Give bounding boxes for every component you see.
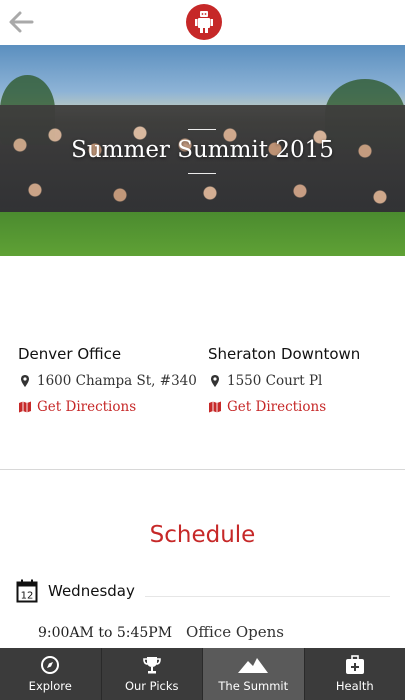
hero-title-rule-bottom [188, 173, 216, 174]
location-sheraton-downtown: Sheraton Downtown 1550 Court Pl Get Dire… [208, 345, 398, 415]
section-divider [0, 469, 405, 470]
tab-health[interactable]: Health [305, 648, 405, 700]
back-arrow-icon[interactable] [8, 10, 34, 34]
robot-logo-icon [186, 4, 222, 40]
compass-icon [41, 656, 60, 674]
hero-banner: Summer Summit 2015 [0, 45, 405, 256]
medical-kit-icon [345, 655, 364, 674]
map-marker-icon [21, 375, 29, 387]
get-directions-label[interactable]: Get Directions [37, 399, 136, 415]
tab-label: Health [335, 679, 374, 693]
schedule-event[interactable]: 9:00AM to 5:45PM Office Opens [38, 623, 284, 641]
get-directions-link[interactable]: Get Directions [18, 399, 208, 415]
hero-title-rule-top [188, 129, 216, 130]
get-directions-label[interactable]: Get Directions [227, 399, 326, 415]
location-address: 1550 Court Pl [227, 373, 323, 389]
location-address-row: 1600 Champa St, #340 [18, 373, 208, 389]
mountain-icon [238, 658, 269, 673]
bottom-tab-bar: Explore Our Picks The Summit Health [0, 648, 405, 700]
get-directions-link[interactable]: Get Directions [208, 399, 398, 415]
location-address: 1600 Champa St, #340 [37, 373, 197, 389]
hero-title: Summer Summit 2015 [71, 137, 334, 163]
map-icon [19, 401, 31, 413]
tab-label: Explore [28, 679, 72, 693]
hero-photo-grass [0, 212, 405, 256]
calendar-day-number: 12 [21, 591, 34, 602]
calendar-icon: 12 [16, 579, 38, 603]
tab-the-summit[interactable]: The Summit [203, 648, 305, 700]
map-icon [209, 401, 221, 413]
tab-label: The Summit [218, 679, 289, 693]
tab-explore[interactable]: Explore [0, 648, 102, 700]
tab-label: Our Picks [124, 679, 179, 693]
day-header-rule [145, 596, 390, 597]
location-name: Denver Office [18, 345, 122, 363]
schedule-day-label: Wednesday [48, 582, 135, 600]
event-name: Office Opens [186, 623, 284, 641]
location-name: Sheraton Downtown [208, 345, 361, 363]
location-address-row: 1550 Court Pl [208, 373, 398, 389]
map-marker-icon [211, 375, 219, 387]
event-time: 9:00AM to 5:45PM [38, 625, 173, 641]
top-bar [0, 0, 405, 45]
tab-our-picks[interactable]: Our Picks [102, 648, 203, 700]
schedule-day-header: 12 Wednesday [16, 579, 135, 603]
schedule-title: Schedule [149, 522, 256, 548]
trophy-icon [142, 657, 161, 674]
location-denver-office: Denver Office 1600 Champa St, #340 Get D… [18, 345, 208, 415]
